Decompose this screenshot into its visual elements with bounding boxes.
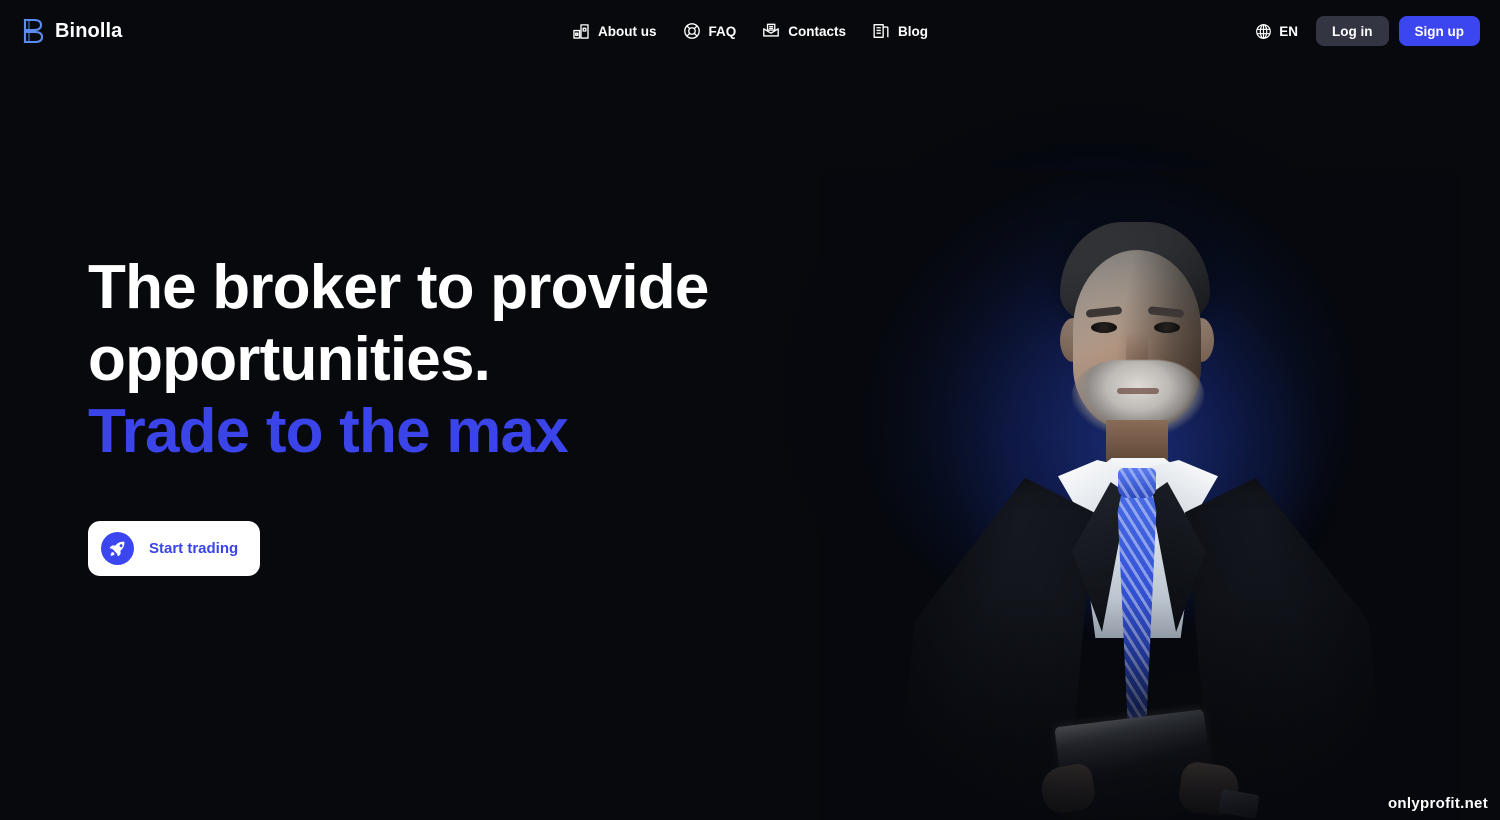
hero-title-line-3: Trade to the max — [88, 396, 569, 466]
portrait-tie-knot — [1118, 468, 1156, 498]
businessman-portrait-image — [820, 170, 1460, 820]
lifebuoy-help-icon — [683, 23, 700, 39]
portrait-blue-tie — [1117, 476, 1157, 726]
language-label: EN — [1279, 23, 1298, 39]
nav-item-blog[interactable]: Blog — [872, 22, 928, 40]
hero-content: The broker to provide opportunities. Tra… — [88, 252, 848, 576]
language-selector[interactable]: EN — [1255, 23, 1298, 40]
nav-label: FAQ — [708, 23, 737, 39]
nav-label: Contacts — [788, 23, 847, 39]
hero-title-line-1: The broker to provide — [88, 253, 709, 322]
rocket-glyph — [109, 541, 125, 556]
header-actions: EN Log in Sign up — [1255, 16, 1480, 46]
building-chart-icon — [573, 24, 589, 39]
nav-item-about-us[interactable]: About us — [572, 22, 657, 40]
start-trading-button[interactable]: Start trading — [88, 520, 261, 576]
globe-icon — [1256, 23, 1272, 39]
site-header: Binolla About us FAQ Contacts Blog EN Lo… — [0, 0, 1500, 62]
nav-label: Blog — [898, 23, 929, 39]
start-trading-label: Start trading — [149, 539, 239, 557]
mail-envelope-icon — [763, 23, 780, 37]
portrait-mouth — [1117, 388, 1159, 394]
hero-title: The broker to provide opportunities. Tra… — [88, 252, 848, 468]
main-navigation: About us FAQ Contacts Blog — [572, 22, 928, 40]
signup-button[interactable]: Sign up — [1398, 16, 1480, 46]
watermark: onlyprofit.net — [1387, 795, 1488, 812]
portrait-eye-right — [1154, 322, 1180, 333]
landing-page: Binolla About us FAQ Contacts Blog EN Lo… — [0, 0, 1500, 820]
brand-logo[interactable]: Binolla — [22, 18, 122, 44]
portrait-eye-left — [1091, 322, 1117, 333]
nav-item-faq[interactable]: FAQ — [682, 22, 736, 40]
rocket-icon — [101, 531, 134, 565]
newspaper-icon — [873, 24, 889, 38]
hero-title-line-2: opportunities. — [88, 324, 491, 394]
nav-item-contacts[interactable]: Contacts — [762, 22, 846, 40]
binolla-b-logo-icon — [23, 18, 44, 44]
login-button[interactable]: Log in — [1316, 16, 1389, 46]
nav-label: About us — [597, 23, 657, 39]
brand-name: Binolla — [55, 19, 123, 42]
